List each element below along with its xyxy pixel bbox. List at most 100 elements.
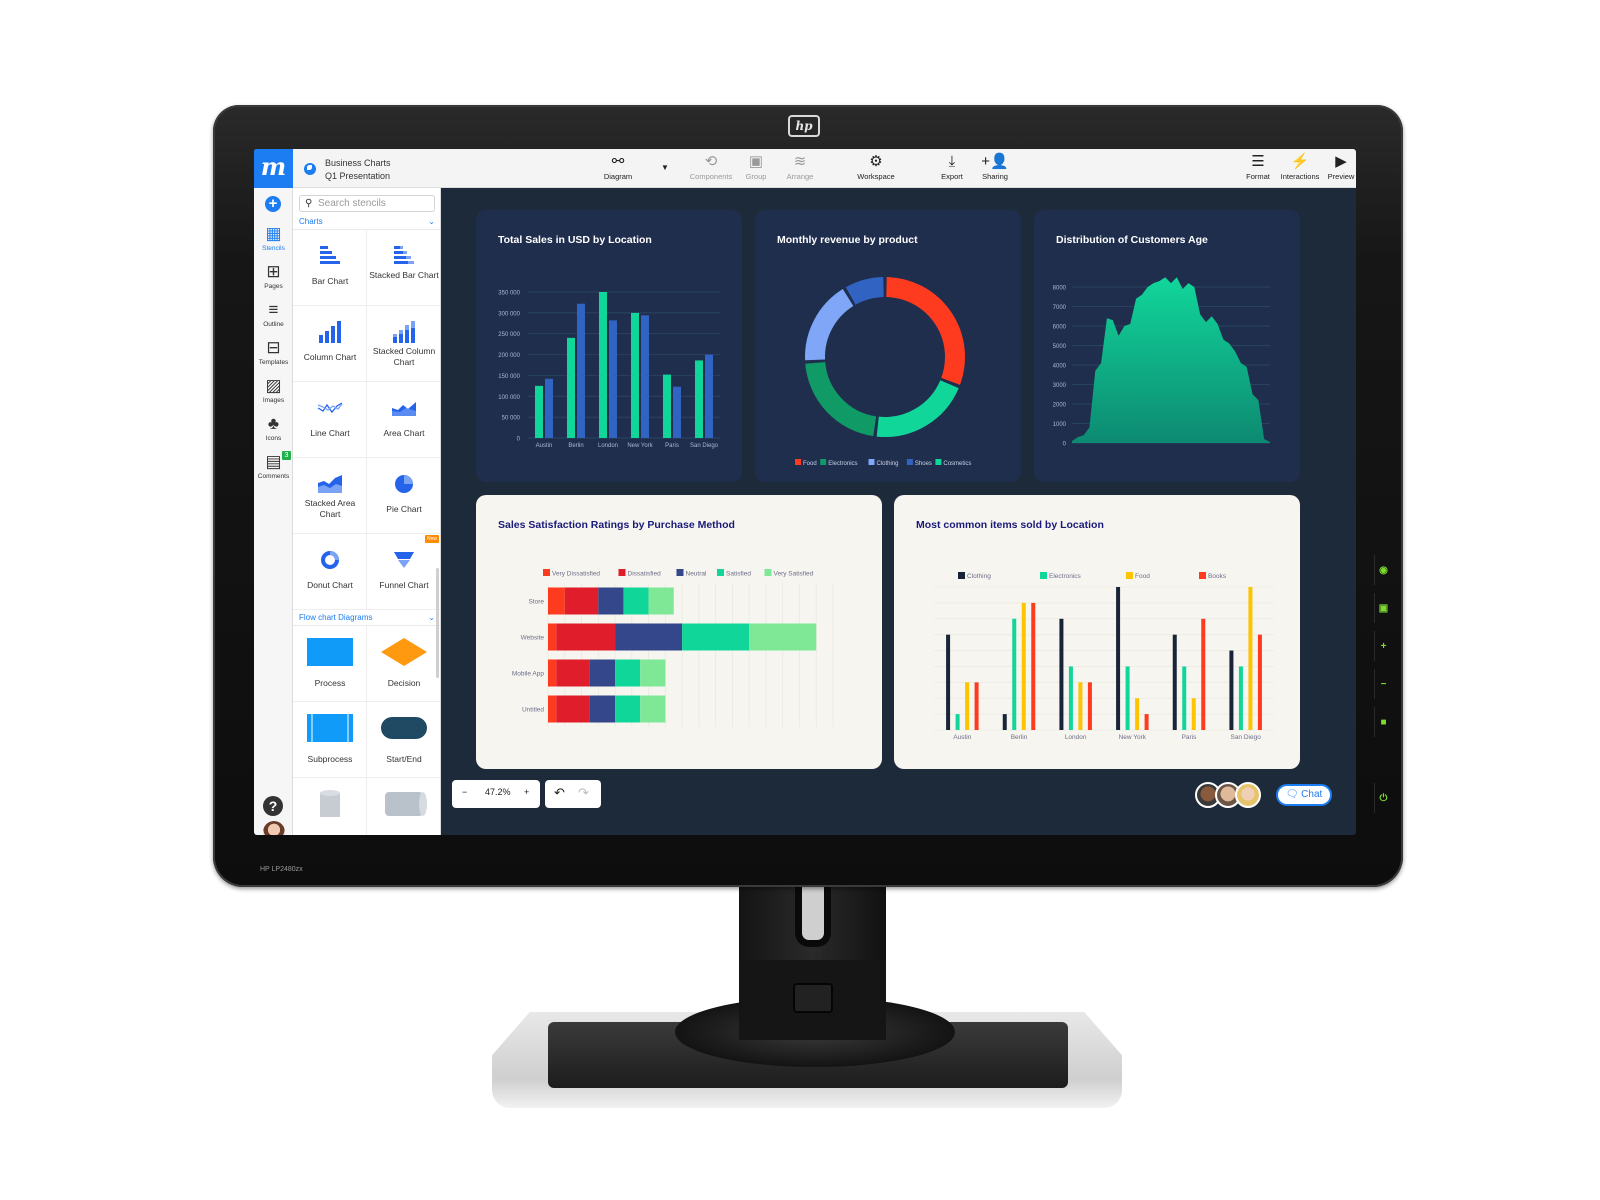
stencil-cylinder[interactable] — [367, 778, 440, 835]
new-badge: New — [424, 535, 439, 543]
card-sales-by-location[interactable]: Total Sales in USD by Location 0 50 000 10… — [476, 210, 742, 482]
interactions-button[interactable]: ⚡ Interactions — [1278, 152, 1322, 186]
power-button-icon[interactable]: ⏻ — [1374, 783, 1392, 813]
screen: m Business Charts Q1 Presentation ⚯ Diag… — [254, 149, 1356, 835]
rail-item-stencils[interactable]: ▦ Stencils — [254, 223, 293, 259]
stencil-stacked-column-chart[interactable]: Stacked Column Chart — [367, 306, 440, 382]
bar — [1087, 682, 1092, 730]
sharing-button[interactable]: +👤 Sharing — [979, 152, 1011, 186]
export-button[interactable]: ⤓ Export — [938, 152, 966, 186]
stencil-column-chart[interactable]: Column Chart — [293, 306, 367, 382]
stencil-donut-chart[interactable]: Donut Chart — [293, 534, 367, 610]
stencil-line-chart[interactable]: Line Chart — [293, 382, 367, 458]
stand-cable-slot — [795, 885, 831, 947]
funnel-chart-icon — [367, 546, 440, 574]
chat-button[interactable]: 🗨 Chat — [1276, 784, 1332, 806]
workspace-button[interactable]: ⚙ Workspace — [856, 152, 896, 186]
add-icon[interactable]: + — [265, 196, 281, 212]
arrange-label: Arrange — [786, 172, 814, 181]
y-tick-label: 7000 — [1053, 305, 1067, 311]
bar-segment — [623, 587, 649, 615]
bar — [1238, 666, 1243, 730]
section-label: Charts — [299, 217, 323, 226]
card-items-by-location[interactable]: Most common items sold by Location Cloth… — [894, 495, 1300, 769]
zoom-level[interactable]: 47.2% — [485, 787, 511, 797]
menu-button-icon[interactable]: ◉ — [1374, 555, 1392, 585]
legend-swatch — [764, 569, 772, 576]
stencil-stacked-area-chart[interactable]: Stacked Area Chart — [293, 458, 367, 534]
bar-segment — [548, 695, 557, 723]
stencil-label: Decision — [387, 678, 421, 688]
legend-swatch — [1040, 572, 1047, 579]
undo-icon[interactable]: ↶ — [554, 785, 565, 801]
x-tick-label: San Diego — [690, 443, 719, 449]
bar-segment — [589, 659, 616, 687]
stand-vent — [793, 983, 833, 1013]
stacked-column-chart-icon — [367, 318, 440, 346]
diagram-dropdown-icon[interactable]: ▼ — [661, 163, 669, 172]
line-chart-icon — [293, 394, 367, 422]
rail-item-templates[interactable]: ⊟ Templates — [254, 337, 293, 373]
rail-item-outline[interactable]: ≡ Outline — [254, 299, 293, 335]
bar-segment — [615, 659, 641, 687]
legend-swatch — [717, 569, 724, 576]
input-button-icon[interactable]: ▣ — [1374, 593, 1392, 623]
card-customer-age[interactable]: Distribution of Customers Age 0 1000 2000 3… — [1034, 210, 1300, 482]
components-button[interactable]: ⟲ Components — [687, 152, 735, 186]
rail-item-images[interactable]: ▨ Images — [254, 375, 293, 411]
stencil-funnel-chart[interactable]: New Funnel Chart — [367, 534, 440, 610]
stencil-pie-chart[interactable]: Pie Chart — [367, 458, 440, 534]
bar — [567, 337, 575, 438]
rail-item-icons[interactable]: ♣ Icons — [254, 413, 293, 449]
stencil-area-chart[interactable]: Area Chart — [367, 382, 440, 458]
stencil-process[interactable]: Process — [293, 626, 367, 702]
stencil-stacked-bar-chart[interactable]: Stacked Bar Chart — [367, 230, 440, 306]
stencil-start-end[interactable]: Start/End — [367, 702, 440, 778]
flow-section-header[interactable]: Flow chart Diagrams ⌄ — [293, 610, 440, 626]
auto-button-icon[interactable]: ■ — [1374, 707, 1392, 737]
user-avatar[interactable] — [263, 821, 285, 835]
group-button[interactable]: ▣ Group — [743, 152, 769, 186]
zoom-control: − 47.2% + — [452, 780, 540, 808]
search-stencils-input[interactable]: ⚲ Search stencils — [299, 195, 435, 212]
rail-item-pages[interactable]: ⊞ Pages — [254, 261, 293, 297]
redo-icon[interactable]: ↷ — [578, 785, 589, 801]
process-shape-icon — [293, 638, 367, 666]
rail-item-comments[interactable]: ▤ Comments 3 — [254, 451, 293, 487]
zoom-in-button[interactable]: + — [524, 787, 529, 797]
preview-button[interactable]: ▶ Preview — [1325, 152, 1356, 186]
plus-button-icon[interactable]: + — [1374, 631, 1392, 661]
stencil-subprocess[interactable]: Subprocess — [293, 702, 367, 778]
collaborator-avatar[interactable] — [1235, 782, 1261, 808]
format-label: Format — [1246, 172, 1270, 181]
app-logo[interactable]: m — [254, 149, 293, 188]
legend-swatch — [820, 459, 827, 465]
legend-swatch — [935, 459, 942, 465]
stencil-decision[interactable]: Decision — [367, 626, 440, 702]
stencil-database[interactable] — [293, 778, 367, 835]
format-button[interactable]: ☰ Format — [1244, 152, 1272, 186]
stencil-bar-chart[interactable]: Bar Chart — [293, 230, 367, 306]
minus-button-icon[interactable]: − — [1374, 669, 1392, 699]
components-label: Components — [689, 172, 733, 181]
y-tick-label: 1000 — [1053, 422, 1067, 428]
card-satisfaction[interactable]: Sales Satisfaction Ratings by Purchase M… — [476, 495, 882, 769]
document-title[interactable]: Business Charts Q1 Presentation — [325, 157, 391, 183]
legend-swatch — [543, 569, 550, 576]
canvas[interactable]: Total Sales in USD by Location 0 50 000 10… — [441, 188, 1356, 835]
x-tick-label: Austin — [953, 734, 971, 741]
bar — [1182, 666, 1187, 730]
lightning-icon: ⚡ — [1290, 153, 1310, 170]
bar — [1059, 618, 1064, 730]
bar-segment — [640, 659, 666, 687]
zoom-out-button[interactable]: − — [462, 787, 467, 797]
card-revenue-by-product[interactable]: Monthly revenue by product Food Electroni… — [755, 210, 1021, 482]
stencil-label: Start/End — [386, 754, 422, 764]
stencils-scrollbar[interactable] — [436, 568, 439, 678]
charts-section-header[interactable]: Charts ⌄ — [293, 214, 440, 230]
help-icon[interactable]: ? — [263, 796, 283, 816]
diagram-button[interactable]: ⚯ Diagram — [600, 152, 636, 186]
bar — [1135, 698, 1140, 730]
globe-icon[interactable] — [304, 163, 316, 175]
arrange-button[interactable]: ≋ Arrange — [784, 152, 816, 186]
